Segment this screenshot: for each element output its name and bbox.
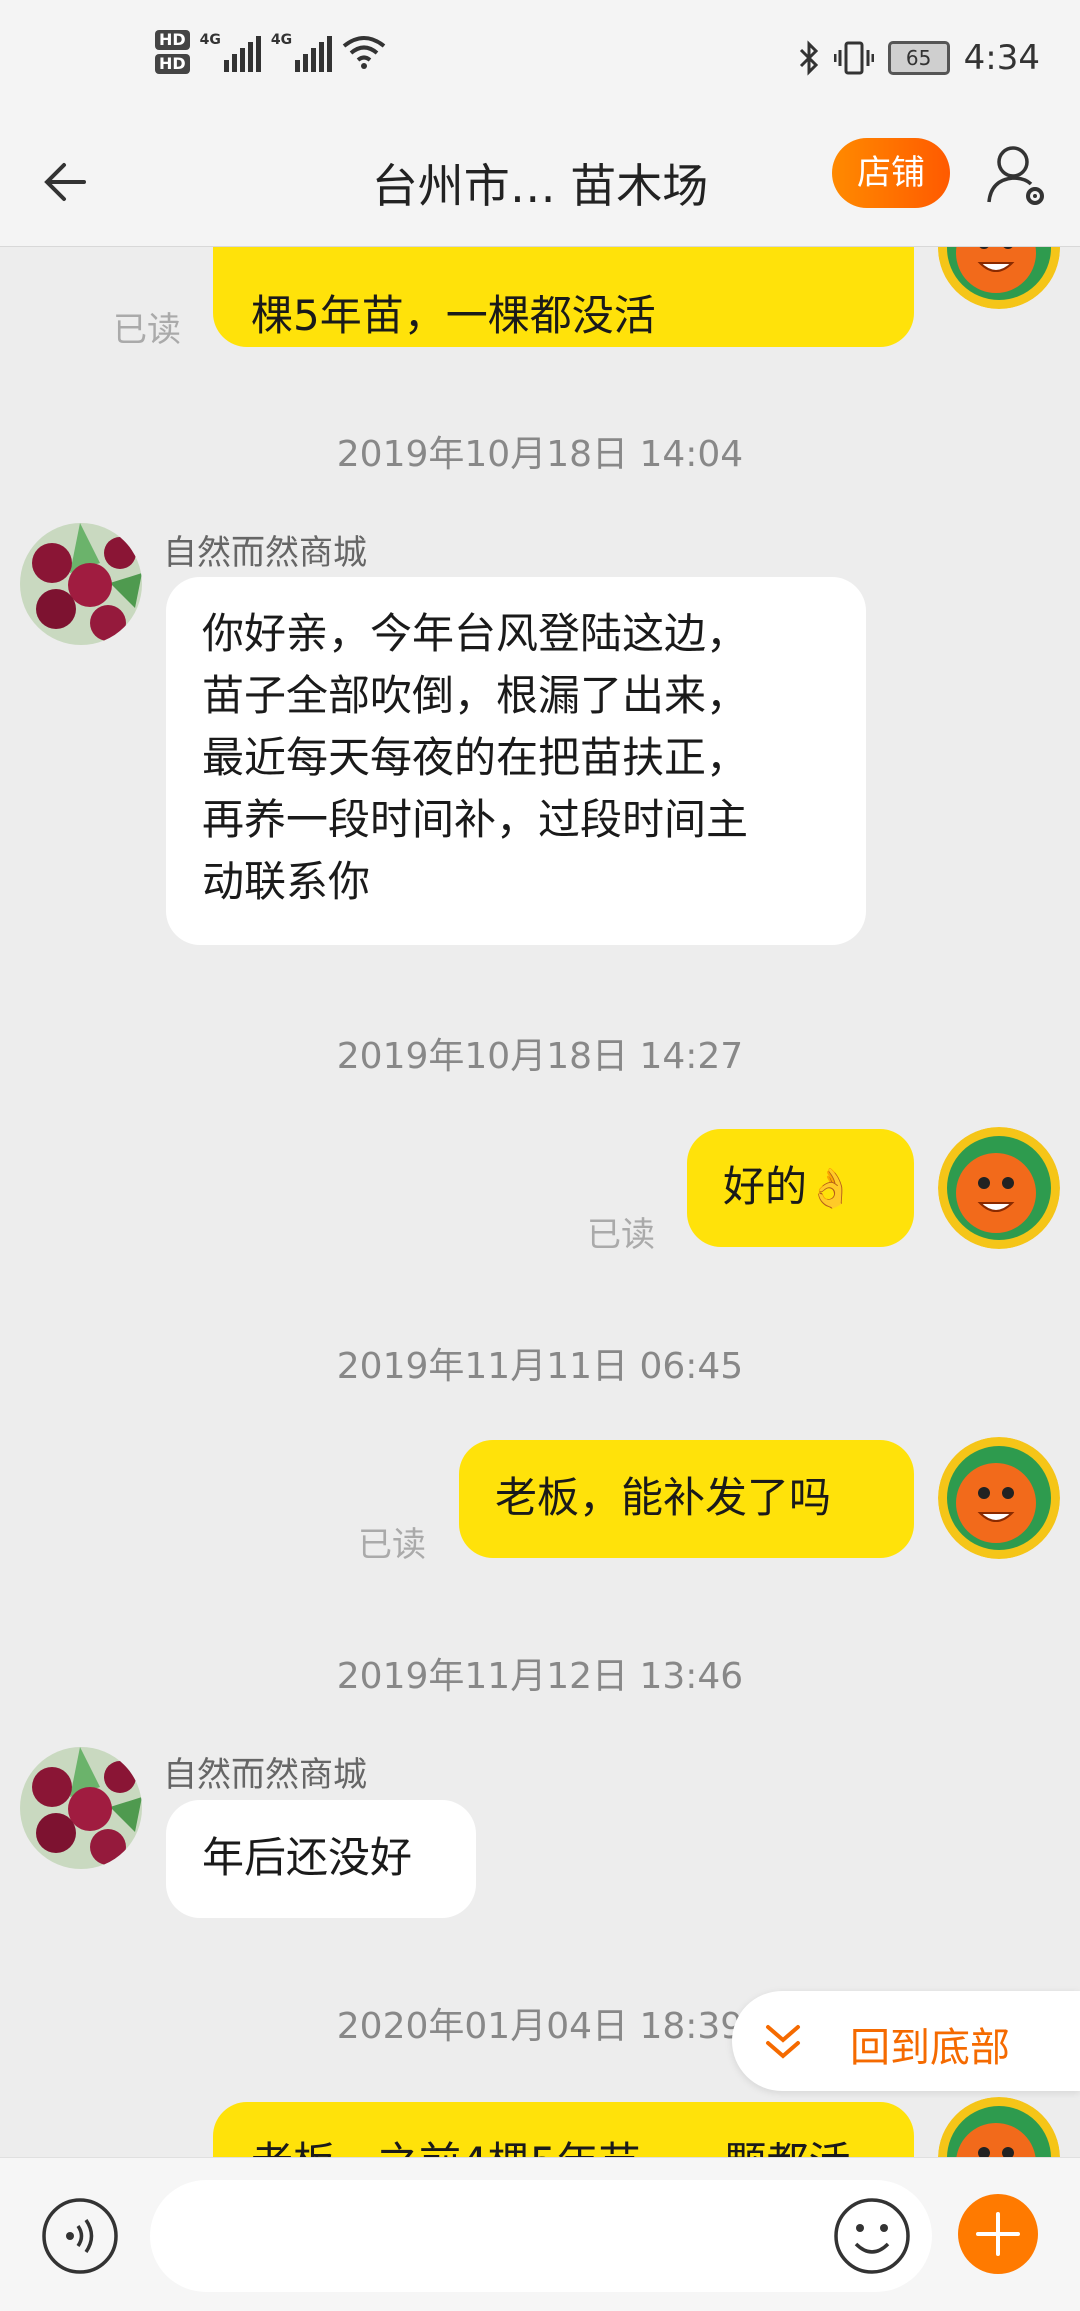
chat-title[interactable]: 台州市… 苗木场 bbox=[372, 159, 709, 213]
message-bubble-received[interactable]: 你好亲，今年台风登陆这边， 苗子全部吹倒，根漏了出来， 最近每天每夜的在把苗扶正… bbox=[166, 577, 866, 945]
message-line: 再养一段时间补，过段时间主 bbox=[202, 795, 749, 844]
message-text: 棵5年苗，一棵都没活 bbox=[251, 291, 656, 340]
hd1-badge: HD bbox=[155, 30, 190, 50]
read-receipt: 已读 bbox=[358, 1525, 426, 1565]
back-to-bottom-button[interactable]: 回到底部 bbox=[732, 1991, 1080, 2091]
bayberry-avatar-icon bbox=[20, 523, 142, 645]
my-avatar[interactable] bbox=[938, 2097, 1060, 2157]
ok-hand-emoji: 👌 bbox=[807, 1166, 855, 1210]
read-receipt: 已读 bbox=[587, 1215, 655, 1255]
chat-area[interactable]: 棵5年苗，一棵都没活 已读 2019年10月18日 14:04 自然而然商城 你… bbox=[0, 247, 1080, 2157]
message-bubble-sent[interactable]: 老板，之前4棵5年苗，一颗都活 bbox=[213, 2102, 914, 2157]
message-text: 年后还没好 bbox=[202, 1833, 413, 1882]
orange-mascot-icon bbox=[938, 1437, 1060, 1559]
user-settings-icon[interactable] bbox=[985, 140, 1049, 210]
message-text: 老板，之前4棵5年苗，一颗都活 bbox=[251, 2138, 850, 2157]
plus-icon bbox=[976, 2212, 1020, 2256]
status-right: 65 4:34 bbox=[798, 38, 1040, 78]
my-avatar[interactable] bbox=[938, 247, 1060, 309]
timestamp: 2019年11月12日 13:46 bbox=[336, 1656, 744, 1697]
back-to-bottom-label: 回到底部 bbox=[850, 2025, 1010, 2071]
emoji-icon[interactable] bbox=[832, 2196, 912, 2276]
hd2-badge: HD bbox=[155, 54, 190, 74]
message-line: 苗子全部吹倒，根漏了出来， bbox=[202, 671, 749, 720]
timestamp: 2019年11月11日 06:45 bbox=[336, 1346, 744, 1387]
orange-mascot-icon bbox=[938, 247, 1060, 309]
voice-icon[interactable] bbox=[40, 2196, 120, 2276]
input-bar bbox=[0, 2157, 1080, 2311]
message-line: 最近每天每夜的在把苗扶正， bbox=[202, 733, 749, 782]
wifi-icon bbox=[342, 36, 386, 69]
message-text: 老板，能补发了吗 bbox=[495, 1473, 832, 1522]
hd-indicators: HD HD bbox=[155, 30, 190, 74]
message-line: 你好亲，今年台风登陆这边， bbox=[202, 609, 749, 658]
message-bubble-sent[interactable]: 老板，能补发了吗 bbox=[459, 1440, 914, 1558]
chat-header: 台州市… 苗木场 店铺 bbox=[0, 122, 1080, 247]
message-bubble-sent[interactable]: 好的👌 bbox=[687, 1129, 914, 1247]
clock: 4:34 bbox=[963, 38, 1040, 78]
bluetooth-icon bbox=[799, 40, 818, 76]
shop-button[interactable]: 店铺 bbox=[832, 138, 950, 208]
seller-avatar[interactable] bbox=[20, 523, 142, 645]
read-receipt: 已读 bbox=[113, 310, 181, 350]
timestamp: 2019年10月18日 14:04 bbox=[336, 434, 744, 475]
status-bar: HD HD 4G 4G 65 4:34 bbox=[0, 0, 1080, 122]
plus-button[interactable] bbox=[958, 2194, 1038, 2274]
battery-indicator: 65 bbox=[887, 41, 950, 75]
orange-mascot-icon bbox=[938, 1127, 1060, 1249]
sender-name: 自然而然商城 bbox=[163, 533, 367, 573]
signal-2-icon: 4G bbox=[271, 32, 333, 72]
back-arrow-icon[interactable] bbox=[40, 152, 100, 212]
my-avatar[interactable] bbox=[938, 1437, 1060, 1559]
bayberry-avatar-icon bbox=[20, 1747, 142, 1869]
my-avatar[interactable] bbox=[938, 1127, 1060, 1249]
signal-1-icon: 4G bbox=[200, 32, 261, 72]
message-text: 好的 bbox=[723, 1162, 808, 1211]
sender-name: 自然而然商城 bbox=[163, 1755, 367, 1795]
message-bubble-received[interactable]: 年后还没好 bbox=[166, 1800, 476, 1918]
message-line: 动联系你 bbox=[202, 857, 371, 906]
timestamp: 2019年10月18日 14:27 bbox=[336, 1036, 744, 1077]
orange-mascot-icon bbox=[938, 2097, 1060, 2157]
seller-avatar[interactable] bbox=[20, 1747, 142, 1869]
double-chevron-down-icon bbox=[766, 2025, 800, 2059]
vibrate-icon bbox=[833, 41, 874, 75]
message-input[interactable] bbox=[150, 2180, 932, 2292]
message-bubble-sent[interactable]: 棵5年苗，一棵都没活 bbox=[213, 247, 914, 347]
status-left: HD HD 4G 4G bbox=[155, 30, 386, 74]
